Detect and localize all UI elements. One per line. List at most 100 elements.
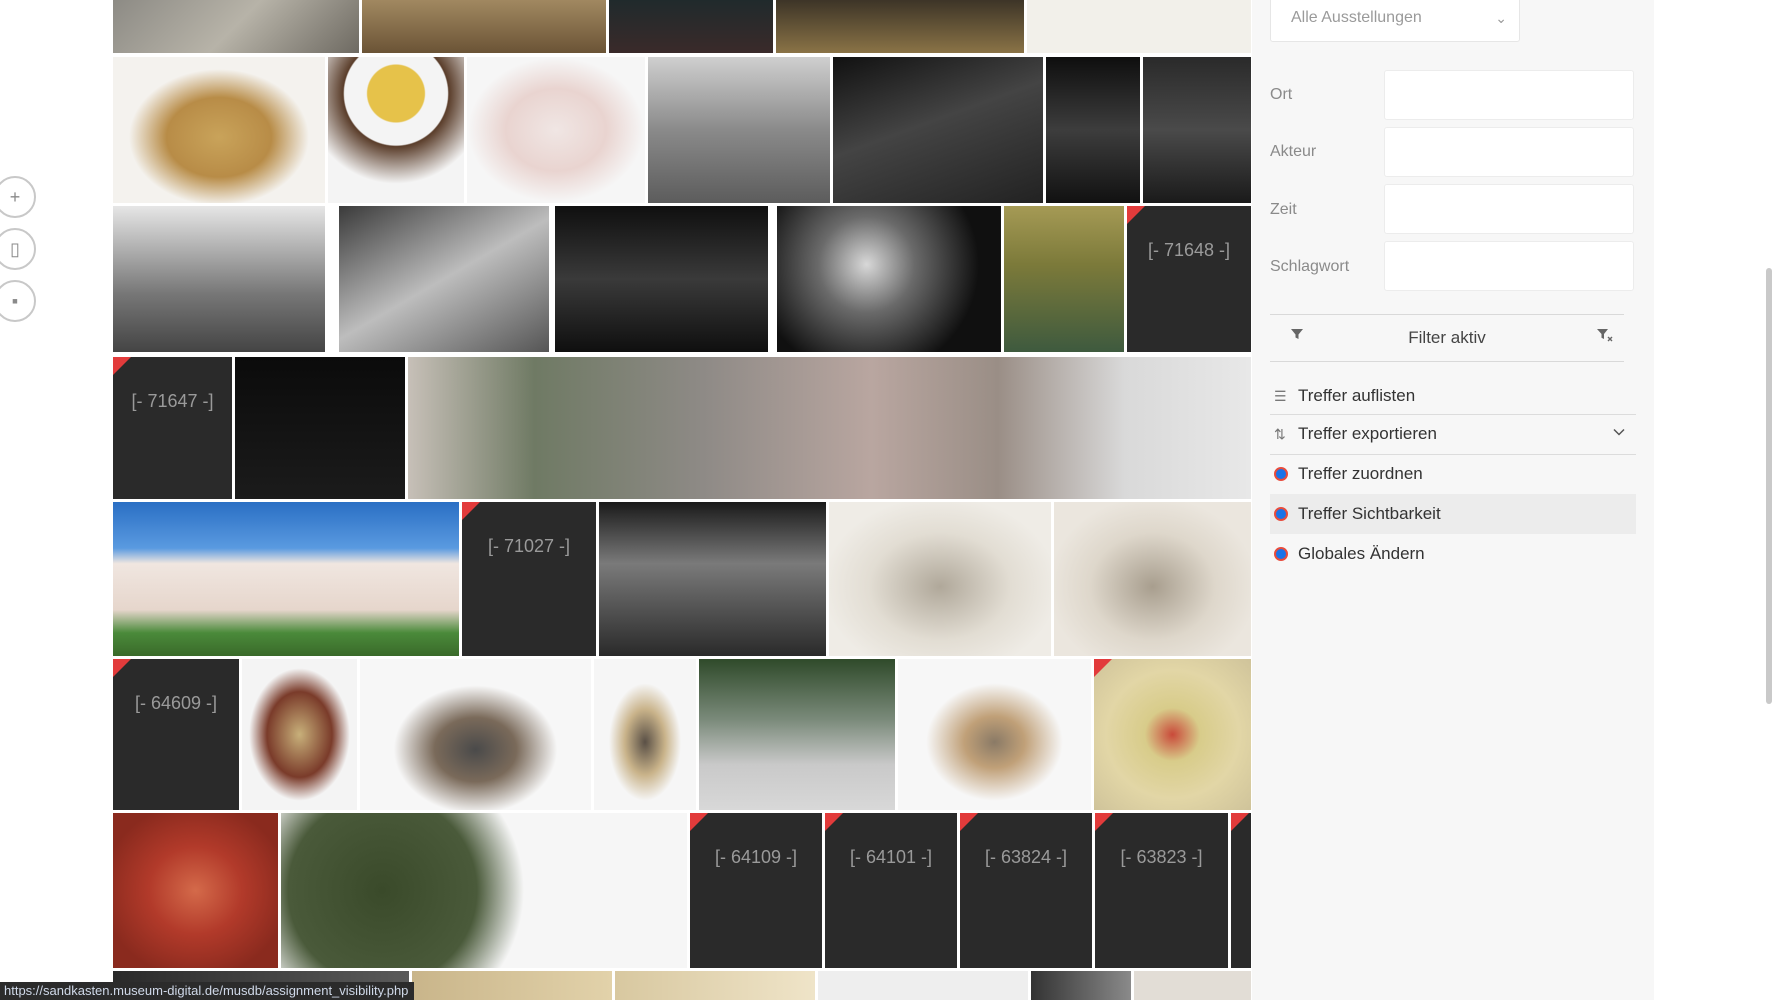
list-hits-action[interactable]: ☰ Treffer auflisten bbox=[1270, 376, 1636, 416]
object-thumbnail[interactable] bbox=[609, 0, 773, 53]
filter-active-title: Filter aktiv bbox=[1408, 328, 1486, 347]
sort-arrows-icon: ⇅ bbox=[1274, 425, 1286, 442]
object-thumbnail[interactable] bbox=[648, 57, 830, 203]
field-label-akteur: Akteur bbox=[1270, 143, 1317, 160]
ort-input[interactable] bbox=[1384, 70, 1634, 120]
object-thumbnail[interactable] bbox=[328, 57, 464, 203]
object-thumbnail[interactable] bbox=[833, 57, 1043, 203]
object-thumbnail[interactable] bbox=[113, 0, 359, 53]
object-id-label: [- 63824 -] bbox=[984, 847, 1068, 867]
akteur-input[interactable] bbox=[1384, 127, 1634, 177]
object-thumbnail[interactable] bbox=[1031, 971, 1131, 1000]
object-thumbnail[interactable] bbox=[360, 659, 591, 810]
restricted-marker bbox=[113, 357, 131, 375]
bookmark-icon[interactable]: ▪ bbox=[0, 280, 36, 322]
object-thumbnail[interactable] bbox=[594, 659, 696, 810]
object-thumbnail[interactable] bbox=[412, 971, 612, 1000]
object-thumbnail[interactable] bbox=[408, 357, 1251, 499]
chevron-down-icon: ⌄ bbox=[1495, 10, 1507, 26]
visibility-hits-action[interactable]: Treffer Sichtbarkeit bbox=[1270, 494, 1636, 534]
active-filter-bar: Filter aktiv bbox=[1270, 314, 1624, 362]
restricted-marker bbox=[1095, 813, 1113, 831]
object-thumbnail[interactable] bbox=[113, 206, 325, 352]
object-thumbnail[interactable] bbox=[776, 0, 1024, 53]
object-thumbnail[interactable] bbox=[113, 502, 459, 656]
object-id-label: [- 71647 -] bbox=[131, 391, 214, 411]
object-id-label: [- 71027 -] bbox=[487, 536, 571, 556]
object-thumbnail[interactable] bbox=[1094, 659, 1251, 810]
field-label-zeit: Zeit bbox=[1270, 201, 1297, 218]
restricted-marker bbox=[825, 813, 843, 831]
app-dot-icon bbox=[1270, 547, 1298, 561]
object-thumbnail[interactable] bbox=[1134, 971, 1251, 1000]
app-dot-icon bbox=[1270, 467, 1298, 481]
object-thumbnail[interactable] bbox=[1054, 502, 1251, 656]
action-label: Treffer exportieren bbox=[1298, 424, 1437, 443]
object-id-label: [- 71648 -] bbox=[1147, 240, 1231, 260]
object-thumbnail[interactable] bbox=[898, 659, 1091, 810]
restricted-marker bbox=[462, 502, 480, 520]
object-id-label: [- 64101 -] bbox=[849, 847, 933, 867]
restricted-marker bbox=[690, 813, 708, 831]
object-thumbnail[interactable] bbox=[242, 659, 357, 810]
field-label-ort: Ort bbox=[1270, 86, 1293, 103]
export-hits-action[interactable]: ⇅ Treffer exportieren bbox=[1270, 414, 1636, 454]
placeholder-tile[interactable]: [- 63823 -] bbox=[1095, 813, 1228, 968]
placeholder-tile[interactable]: [- 71648 -] bbox=[1127, 206, 1251, 352]
restricted-marker bbox=[1231, 813, 1249, 831]
app-dot-icon bbox=[1270, 507, 1298, 521]
clear-filter-icon[interactable] bbox=[1596, 327, 1614, 348]
placeholder-tile[interactable]: [- 71027 -] bbox=[462, 502, 596, 656]
action-label: Globales Ändern bbox=[1298, 544, 1425, 563]
chevron-down-icon[interactable] bbox=[1612, 424, 1626, 444]
object-thumbnail[interactable] bbox=[467, 57, 645, 203]
restricted-marker bbox=[1127, 206, 1145, 224]
object-thumbnail[interactable] bbox=[1046, 57, 1140, 203]
status-url-bar: https://sandkasten.museum-digital.de/mus… bbox=[0, 982, 415, 1000]
placeholder-tile[interactable]: [- 64101 -] bbox=[825, 813, 957, 968]
object-thumbnail[interactable] bbox=[599, 502, 826, 656]
placeholder-tile[interactable]: [- 71647 -] bbox=[113, 357, 232, 499]
placeholder-tile[interactable] bbox=[1231, 813, 1251, 968]
object-thumbnail[interactable] bbox=[362, 0, 606, 53]
object-thumbnail[interactable] bbox=[615, 971, 815, 1000]
action-label: Treffer Sichtbarkeit bbox=[1298, 504, 1441, 523]
action-label: Treffer zuordnen bbox=[1298, 464, 1423, 483]
object-thumbnail[interactable] bbox=[1143, 57, 1251, 203]
object-id-label: [- 64109 -] bbox=[714, 847, 798, 867]
layout-icon[interactable]: ▯ bbox=[0, 228, 36, 270]
zeit-input[interactable] bbox=[1384, 184, 1634, 234]
object-thumbnail[interactable] bbox=[113, 57, 325, 203]
object-thumbnail[interactable] bbox=[699, 659, 895, 810]
object-thumbnail[interactable] bbox=[555, 206, 768, 352]
action-label: Treffer auflisten bbox=[1298, 386, 1416, 405]
restricted-marker bbox=[1094, 659, 1112, 677]
assign-hits-action[interactable]: Treffer zuordnen bbox=[1270, 454, 1636, 494]
object-id-label: [- 64609 -] bbox=[134, 693, 218, 713]
plus-circle-icon[interactable]: + bbox=[0, 176, 36, 218]
global-change-action[interactable]: Globales Ändern bbox=[1270, 534, 1636, 574]
restricted-marker bbox=[113, 659, 131, 677]
filter-panel: Alle Ausstellungen ⌄ Ort Akteur Zeit Sch… bbox=[1252, 0, 1654, 1000]
list-icon: ☰ bbox=[1274, 387, 1287, 404]
object-thumbnail[interactable] bbox=[777, 206, 1001, 352]
exhibition-select[interactable]: Alle Ausstellungen ⌄ bbox=[1270, 0, 1520, 42]
schlagwort-input[interactable] bbox=[1384, 241, 1634, 291]
object-thumbnail[interactable] bbox=[113, 813, 278, 968]
object-thumbnail[interactable] bbox=[1027, 0, 1251, 53]
page-scrollbar[interactable] bbox=[1766, 268, 1772, 704]
object-gallery: [- 71648 -] [- 71647 -] [- 71027 -] [- 6… bbox=[113, 0, 1251, 1000]
object-thumbnail[interactable] bbox=[818, 971, 1028, 1000]
placeholder-tile[interactable]: [- 64609 -] bbox=[113, 659, 239, 810]
placeholder-tile[interactable]: [- 63824 -] bbox=[960, 813, 1092, 968]
object-thumbnail[interactable] bbox=[829, 502, 1051, 656]
object-id-label: [- 63823 -] bbox=[1120, 847, 1203, 867]
placeholder-tile[interactable]: [- 64109 -] bbox=[690, 813, 822, 968]
object-thumbnail[interactable] bbox=[281, 813, 687, 968]
object-thumbnail[interactable] bbox=[339, 206, 549, 352]
object-thumbnail[interactable] bbox=[1004, 206, 1124, 352]
exhibition-select-value: Alle Ausstellungen bbox=[1291, 9, 1422, 26]
restricted-marker bbox=[960, 813, 978, 831]
field-label-schlagwort: Schlagwort bbox=[1270, 258, 1350, 275]
object-thumbnail[interactable] bbox=[235, 357, 405, 499]
